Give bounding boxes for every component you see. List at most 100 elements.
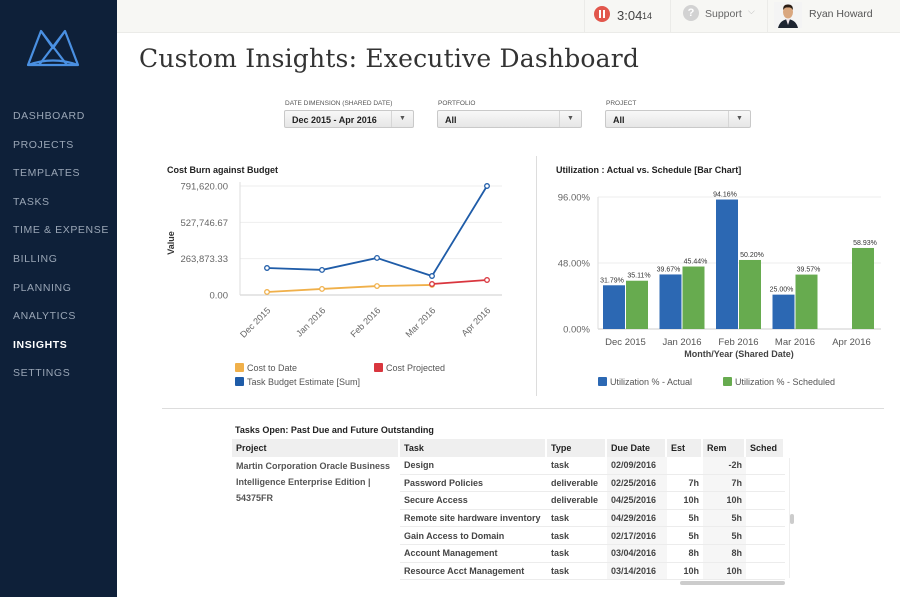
sidebar-item-projects[interactable]: PROJECTS xyxy=(13,139,74,151)
est-cell: 7h xyxy=(667,475,703,493)
rem-cell: 10h xyxy=(703,492,746,510)
task-cell: Gain Access to Domain xyxy=(400,527,547,545)
sidebar-item-analytics[interactable]: ANALYTICS xyxy=(13,310,76,322)
sidebar-item-planning[interactable]: PLANNING xyxy=(13,282,71,294)
data-point xyxy=(484,277,490,283)
data-label: 39.57% xyxy=(797,267,821,274)
legend-item-cost-projected[interactable]: Cost Projected xyxy=(374,363,445,373)
due-date-cell: 03/04/2016 xyxy=(607,544,667,563)
rem-cell: 5h xyxy=(703,527,746,545)
data-label: 39.67% xyxy=(657,266,681,273)
caret-down-icon: ▼ xyxy=(559,111,581,127)
sidebar-item-dashboard[interactable]: DASHBOARD xyxy=(13,110,85,122)
data-label: 94.16% xyxy=(713,192,737,199)
rem-cell: 8h xyxy=(703,544,746,563)
sidebar-item-insights[interactable]: INSIGHTS xyxy=(13,339,67,351)
filter-label-portfolio: PORTFOLIO xyxy=(438,100,476,107)
date-dimension-select[interactable]: Dec 2015 - Apr 2016 ▼ xyxy=(284,110,414,128)
y-axis-label: Value xyxy=(166,231,176,255)
column-header-est[interactable]: Est xyxy=(667,439,703,457)
sched-cell xyxy=(746,492,785,510)
x-axis-label: Month/Year (Shared Date) xyxy=(684,349,794,359)
avatar[interactable] xyxy=(774,2,802,28)
portfolio-select[interactable]: All ▼ xyxy=(437,110,582,128)
column-header-task[interactable]: Task xyxy=(400,439,547,457)
legend-item-cost-to-date[interactable]: Cost to Date xyxy=(235,363,297,373)
question-icon[interactable]: ? xyxy=(683,5,699,21)
sidebar-item-tasks[interactable]: TASKS xyxy=(13,196,50,208)
due-date-cell: 04/25/2016 xyxy=(607,492,667,510)
data-label: 50.20% xyxy=(740,252,764,259)
cost-burn-chart: 0.00 263,873.33 527,746.67 791,620.00 Value D… xyxy=(166,182,502,340)
mavenlink-logo[interactable] xyxy=(26,28,80,70)
task-cell: Password Policies xyxy=(400,475,547,493)
data-point xyxy=(484,183,490,189)
y-tick-label: 48.00% xyxy=(558,259,591,270)
support-menu[interactable]: Support xyxy=(705,8,742,20)
table-row[interactable]: Martin Corporation Oracle Business Intel… xyxy=(232,457,785,503)
data-label: 25.00% xyxy=(770,287,794,294)
bar-chart-title: Utilization : Actual vs. Schedule [Bar C… xyxy=(556,165,742,175)
data-point xyxy=(319,266,325,273)
column-header-type[interactable]: Type xyxy=(547,439,607,457)
rem-cell: 5h xyxy=(703,509,746,528)
series-line xyxy=(431,279,488,285)
legend-item-task-budget[interactable]: Task Budget Estimate [Sum] xyxy=(235,377,360,387)
horizontal-scrollbar-thumb[interactable] xyxy=(680,581,785,585)
type-cell: deliverable xyxy=(547,475,607,493)
y-tick-label: 263,873.33 xyxy=(180,254,228,265)
x-tick-label: Mar 2016 xyxy=(403,305,437,339)
y-tick-label: 0.00 xyxy=(210,291,229,302)
column-header-project[interactable]: Project xyxy=(232,439,400,457)
bar xyxy=(852,247,874,329)
type-cell: task xyxy=(547,563,607,581)
sched-cell xyxy=(746,563,785,581)
legend-swatch xyxy=(235,377,244,386)
timer-seconds: 14 xyxy=(642,11,653,21)
date-dimension-value: Dec 2015 - Apr 2016 xyxy=(292,115,377,125)
portfolio-value: All xyxy=(445,115,457,125)
divider xyxy=(584,0,585,33)
project-cell[interactable]: Martin Corporation Oracle Business Intel… xyxy=(232,457,400,580)
timer-time: 3:04 xyxy=(617,8,643,23)
sidebar-item-settings[interactable]: SETTINGS xyxy=(13,367,70,379)
x-tick-label: Apr 2016 xyxy=(832,337,871,348)
divider xyxy=(767,0,768,33)
y-tick-label: 0.00% xyxy=(563,325,590,336)
legend-swatch xyxy=(598,377,607,386)
bar xyxy=(682,266,705,329)
sidebar: DASHBOARD PROJECTS TEMPLATES TASKS TIME & EX… xyxy=(0,0,117,597)
vertical-scrollbar-thumb[interactable] xyxy=(790,514,794,524)
legend-item-utilization-scheduled[interactable]: Utilization % - Scheduled xyxy=(723,377,835,387)
project-select[interactable]: All ▼ xyxy=(605,110,751,128)
legend-swatch xyxy=(723,377,732,386)
legend-swatch xyxy=(374,363,383,372)
task-cell: Account Management xyxy=(400,545,547,563)
user-name[interactable]: Ryan Howard xyxy=(809,8,873,20)
sched-cell xyxy=(746,545,785,563)
column-header-sched[interactable]: Sched xyxy=(746,439,785,457)
rem-cell: 10h xyxy=(703,562,746,581)
data-point xyxy=(429,273,435,279)
x-tick-label: Dec 2015 xyxy=(605,337,646,348)
data-point xyxy=(264,265,270,271)
est-cell: 8h xyxy=(667,545,703,563)
chevron-down-icon[interactable]: ⌵ xyxy=(748,6,755,17)
sidebar-item-templates[interactable]: TEMPLATES xyxy=(13,167,80,179)
y-tick-label: 791,620.00 xyxy=(180,182,228,193)
legend-swatch xyxy=(235,363,244,372)
legend-item-utilization-actual[interactable]: Utilization % - Actual xyxy=(598,377,692,387)
sidebar-item-time-expense[interactable]: TIME & EXPENSE xyxy=(13,224,109,236)
column-header-rem[interactable]: Rem xyxy=(703,439,746,457)
caret-down-icon: ▼ xyxy=(728,111,750,127)
divider xyxy=(670,0,671,33)
data-point xyxy=(319,285,325,292)
bar xyxy=(795,274,818,329)
sidebar-item-billing[interactable]: BILLING xyxy=(13,253,57,265)
bar xyxy=(772,294,795,329)
due-date-cell: 02/25/2016 xyxy=(607,474,667,493)
pause-icon[interactable] xyxy=(594,6,610,22)
column-header-due-date[interactable]: Due Date xyxy=(607,439,667,457)
due-date-cell: 02/09/2016 xyxy=(607,457,667,475)
page-title: Custom Insights: Executive Dashboard xyxy=(139,44,640,73)
